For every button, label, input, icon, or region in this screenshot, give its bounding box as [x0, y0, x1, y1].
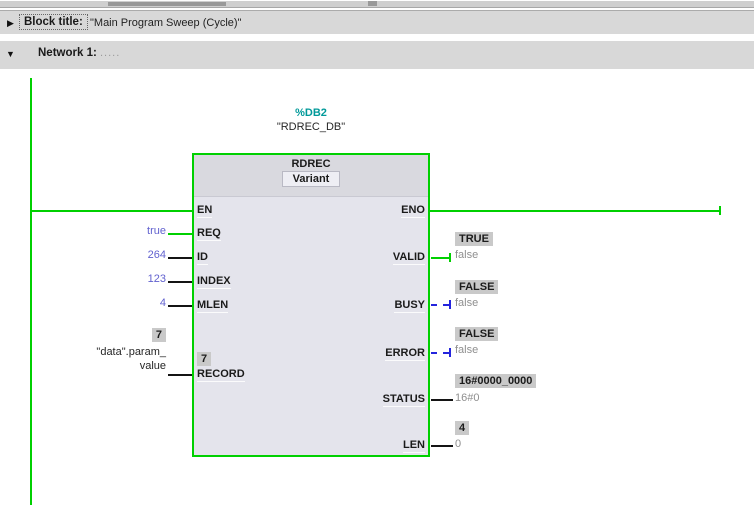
- eno-wire-end-tick: [719, 206, 721, 215]
- rdrec-function-block[interactable]: RDREC Variant EN REQ ID INDEX MLEN 7 REC…: [192, 153, 430, 457]
- toolbar-sliver: [0, 1, 754, 8]
- len-wire: [431, 445, 453, 447]
- error-monitor-badge: FALSE: [455, 327, 498, 341]
- req-operand[interactable]: true: [100, 224, 166, 238]
- pin-valid: VALID: [393, 250, 425, 264]
- record-wire: [168, 374, 192, 376]
- record-operand[interactable]: "data".param_ value: [40, 345, 166, 373]
- status-wire: [431, 399, 453, 401]
- block-title-row[interactable]: ▶ Block title: "Main Program Sweep (Cycl…: [0, 10, 754, 34]
- valid-wire-tick: [449, 253, 451, 262]
- len-operand: 0: [455, 438, 461, 451]
- pin-en: EN: [197, 203, 212, 217]
- eno-wire: [430, 210, 720, 212]
- index-wire: [168, 281, 192, 283]
- status-operand: 16#0: [455, 392, 479, 405]
- valid-monitor-badge: TRUE: [455, 232, 493, 246]
- record-operand-line2: value: [40, 359, 166, 373]
- pin-record: RECORD: [197, 367, 245, 381]
- block-title-expand-icon[interactable]: ▶: [7, 18, 14, 28]
- error-operand: false: [455, 344, 478, 357]
- block-title-value[interactable]: "Main Program Sweep (Cycle)": [90, 17, 241, 29]
- network-label[interactable]: Network 1:: [38, 47, 97, 59]
- pin-req: REQ: [197, 226, 221, 240]
- network-comment-placeholder[interactable]: .....: [100, 47, 120, 59]
- busy-operand: false: [455, 297, 478, 310]
- index-operand[interactable]: 123: [100, 272, 166, 286]
- type-selector-dropdown[interactable]: Variant: [282, 171, 341, 187]
- toolbar-remnant: [108, 2, 226, 6]
- pin-busy: BUSY: [394, 298, 425, 312]
- error-wire: [431, 352, 449, 354]
- valid-wire: [431, 257, 449, 259]
- mlen-operand[interactable]: 4: [100, 296, 166, 310]
- len-monitor-badge: 4: [455, 421, 469, 435]
- db-address[interactable]: %DB2: [192, 106, 430, 120]
- pin-error: ERROR: [385, 346, 425, 360]
- network-collapse-icon[interactable]: ▼: [6, 49, 15, 59]
- en-wire: [31, 210, 192, 212]
- req-wire: [168, 233, 192, 235]
- pin-id: ID: [197, 250, 208, 264]
- id-wire: [168, 257, 192, 259]
- busy-monitor-badge: FALSE: [455, 280, 498, 294]
- db-name[interactable]: "RDREC_DB": [192, 120, 430, 134]
- pin-len: LEN: [403, 438, 425, 452]
- power-rail: [30, 78, 32, 505]
- record-monitor-badge: 7: [100, 328, 166, 342]
- busy-wire: [431, 304, 449, 306]
- record-operand-line1: "data".param_: [40, 345, 166, 359]
- toolbar-remnant: [368, 1, 377, 6]
- block-title-label[interactable]: Block title:: [19, 14, 88, 30]
- record-monitor-badge-inner: 7: [197, 352, 211, 366]
- pin-mlen: MLEN: [197, 298, 228, 312]
- valid-operand: false: [455, 249, 478, 262]
- busy-wire-tick: [449, 300, 451, 309]
- status-monitor-badge: 16#0000_0000: [455, 374, 536, 388]
- block-title-area: RDREC Variant: [194, 155, 428, 197]
- instruction-name: RDREC: [291, 158, 330, 170]
- pin-eno: ENO: [401, 203, 425, 217]
- mlen-wire: [168, 305, 192, 307]
- error-wire-tick: [449, 348, 451, 357]
- network-header-row[interactable]: ▼ Network 1: .....: [0, 41, 754, 69]
- id-operand[interactable]: 264: [100, 248, 166, 262]
- pin-status: STATUS: [383, 392, 425, 406]
- db-instance-header[interactable]: %DB2 "RDREC_DB": [192, 106, 430, 134]
- pin-index: INDEX: [197, 274, 231, 288]
- program-editor: ▶ Block title: "Main Program Sweep (Cycl…: [0, 0, 754, 524]
